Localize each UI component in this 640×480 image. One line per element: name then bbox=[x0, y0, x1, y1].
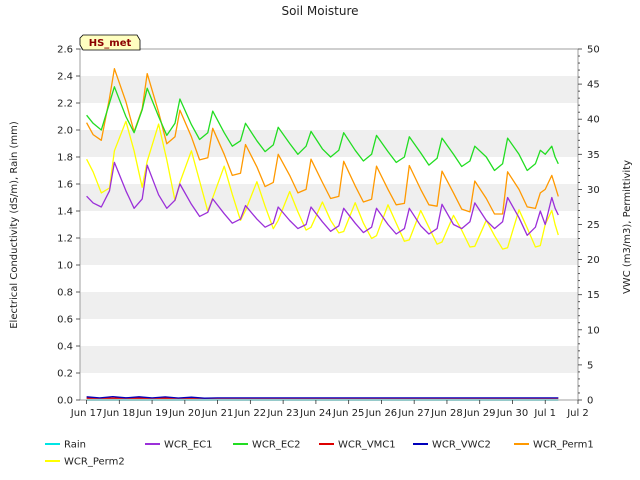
x-tick-label: Jun 21 bbox=[201, 408, 234, 419]
x-tick-label: Jun 18 bbox=[103, 408, 136, 419]
x-tick-label: Jun 30 bbox=[496, 408, 529, 419]
y2-tick-label: 25 bbox=[587, 220, 600, 231]
grid-band bbox=[80, 346, 578, 373]
y-tick-label: 0.4 bbox=[57, 342, 73, 353]
x-tick-label: Jun 19 bbox=[135, 408, 168, 419]
y-axis-title-right: VWC (m3/m3), Permittivity bbox=[622, 160, 633, 294]
y2-tick-label: 40 bbox=[587, 115, 600, 126]
station-badge-label: HS_met bbox=[89, 38, 132, 49]
legend-label-wcr-ec1: WCR_EC1 bbox=[164, 440, 212, 451]
y-tick-label: 1.6 bbox=[57, 180, 73, 191]
y2-tick-label: 35 bbox=[587, 150, 600, 161]
y2-tick-label: 10 bbox=[587, 325, 600, 336]
y-tick-label: 2.6 bbox=[57, 45, 73, 56]
grid-band bbox=[80, 292, 578, 319]
y-tick-label: 0.2 bbox=[57, 369, 73, 380]
y-tick-label: 0.6 bbox=[57, 315, 73, 326]
y-tick-label: 2.0 bbox=[57, 126, 73, 137]
x-tick-label: Jun 23 bbox=[266, 408, 299, 419]
grid-band bbox=[80, 130, 578, 157]
y2-tick-label: 50 bbox=[587, 45, 600, 56]
y-tick-label: 1.8 bbox=[57, 153, 73, 164]
x-tick-label: Jun 28 bbox=[430, 408, 463, 419]
y-axis-right: 0 5 10 15 20 25 30 35 40 45 50 bbox=[578, 45, 600, 407]
y2-tick-label: 45 bbox=[587, 80, 600, 91]
x-tick-label: Jun 22 bbox=[234, 408, 267, 419]
x-tick-label: Jun 27 bbox=[397, 408, 430, 419]
legend-label-wcr-vmc1: WCR_VMC1 bbox=[338, 440, 396, 451]
y-tick-label: 1.4 bbox=[57, 207, 73, 218]
y-tick-label: 2.4 bbox=[57, 72, 73, 83]
legend-label-rain: Rain bbox=[64, 440, 86, 451]
y2-tick-label: 30 bbox=[587, 185, 600, 196]
x-tick-label: Jun 17 bbox=[70, 408, 103, 419]
plot-background-bands bbox=[80, 49, 578, 400]
station-badge: HS_met bbox=[79, 34, 141, 51]
y-tick-label: 1.0 bbox=[57, 261, 73, 272]
x-tick-label: Jun 26 bbox=[365, 408, 398, 419]
legend: Rain WCR_EC1 WCR_EC2 WCR_VMC1 WCR_VWC2 WCR_Pe… bbox=[45, 440, 594, 468]
x-tick-label: Jun 24 bbox=[299, 408, 332, 419]
y2-tick-label: 20 bbox=[587, 255, 600, 266]
chart-title: Soil Moisture bbox=[281, 4, 358, 18]
legend-label-wcr-vwc2: WCR_VWC2 bbox=[432, 440, 491, 451]
legend-label-wcr-ec2: WCR_EC2 bbox=[252, 440, 300, 451]
y2-tick-label: 15 bbox=[587, 290, 600, 301]
x-tick-label: Jul 1 bbox=[533, 408, 556, 419]
x-tick-label: Jun 29 bbox=[463, 408, 496, 419]
y-tick-label: 1.2 bbox=[57, 234, 73, 245]
x-axis: Jun 17 Jun 18 Jun 19 Jun 20 Jun 21 Jun 22 Jun … bbox=[70, 400, 589, 419]
x-tick-label: Jul 2 bbox=[566, 408, 589, 419]
legend-label-wcr-perm1: WCR_Perm1 bbox=[533, 440, 594, 451]
y2-tick-label: 5 bbox=[587, 360, 593, 371]
y2-tick-label: 0 bbox=[587, 396, 593, 407]
legend-label-wcr-perm2: WCR_Perm2 bbox=[64, 457, 125, 468]
y-tick-label: 0.8 bbox=[57, 288, 73, 299]
y-tick-label: 0.0 bbox=[57, 396, 73, 407]
grid-band bbox=[80, 238, 578, 265]
y-tick-label: 2.2 bbox=[57, 99, 73, 110]
y-axis-title-left: Electrical Conductivity (dS/m), Rain (mm… bbox=[9, 121, 20, 329]
soil-moisture-chart: Jun 17 Jun 18 Jun 19 Jun 20 Jun 21 Jun 22 Jun … bbox=[9, 4, 633, 468]
x-tick-label: Jun 20 bbox=[168, 408, 201, 419]
y-axis-left: 0.0 0.2 0.4 0.6 0.8 1.0 1.2 1.4 1.6 1.8 2.0 2.2 2.4 2… bbox=[57, 45, 80, 407]
x-tick-label: Jun 25 bbox=[332, 408, 365, 419]
